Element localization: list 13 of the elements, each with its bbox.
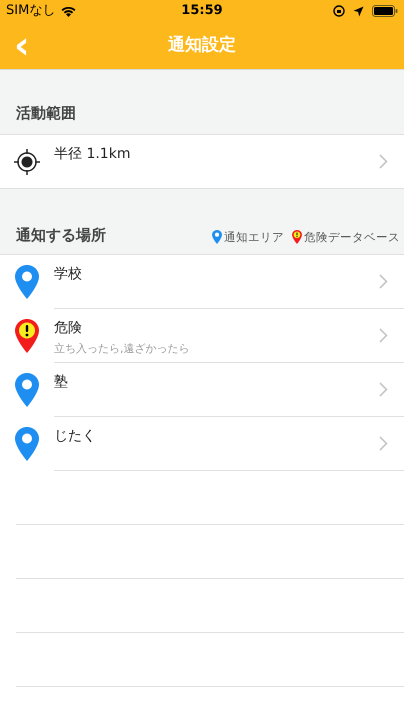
screen-title: 通知設定	[168, 34, 236, 57]
place-name: 学校	[54, 265, 83, 284]
place-name: じたく	[54, 427, 97, 446]
clock-text: 15:59	[180, 2, 224, 20]
legend-label: 危険データベース	[304, 228, 400, 246]
radius-value: 半径 1.1km	[54, 145, 132, 164]
place-condition: 立ち入ったら,遠ざかったら	[54, 341, 190, 357]
section-header: 通知する場所	[16, 224, 107, 246]
legend-label: 通知エリア	[224, 228, 284, 246]
section-header: 活動範囲	[16, 102, 76, 124]
place-name: 塾	[54, 373, 69, 392]
place-name: 危険	[54, 319, 83, 338]
carrier-text: SIMなし	[6, 2, 56, 20]
